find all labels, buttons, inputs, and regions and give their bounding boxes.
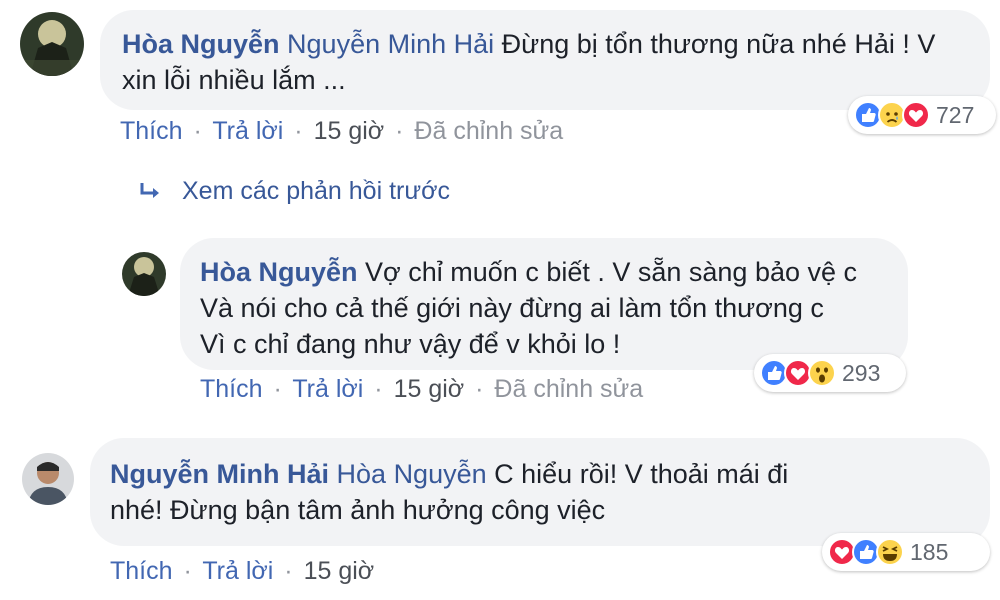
mention-tag[interactable]: Hòa Nguyễn bbox=[337, 459, 487, 489]
avatar[interactable] bbox=[22, 453, 74, 505]
reaction-count: 727 bbox=[936, 101, 975, 128]
haha-icon bbox=[876, 538, 904, 566]
comment-actions: Thích · Trả lời · 15 giờ bbox=[110, 557, 374, 586]
avatar[interactable] bbox=[122, 252, 166, 296]
love-icon bbox=[902, 101, 930, 129]
comment-text: Và nói cho cả thế giới này đừng ai làm t… bbox=[200, 293, 824, 323]
separator: · bbox=[193, 117, 202, 145]
reply-link[interactable]: Trả lời bbox=[212, 117, 283, 145]
comment-text: Đừng bị tổn thương nữa nhé Hải ! V bbox=[501, 29, 936, 59]
reply-arrow-icon bbox=[140, 182, 159, 198]
reaction-count: 293 bbox=[842, 359, 881, 386]
separator: · bbox=[395, 117, 404, 145]
separator: · bbox=[475, 375, 484, 403]
edited-label[interactable]: Đã chỉnh sửa bbox=[414, 117, 563, 145]
separator: · bbox=[374, 375, 383, 403]
comment-text: nhé! Đừng bận tâm ảnh hưởng công việc bbox=[110, 495, 606, 525]
like-link[interactable]: Thích bbox=[120, 117, 183, 145]
view-previous-label[interactable]: Xem các phản hồi trước bbox=[182, 177, 450, 206]
comment-text: C hiểu rồi! V thoải mái đi bbox=[494, 459, 789, 489]
comment-bubble: Nguyễn Minh Hải Hòa Nguyễn C hiểu rồi! V… bbox=[90, 438, 990, 546]
comment-actions: Thích · Trả lời · 15 giờ · Đã chỉnh sửa bbox=[120, 117, 563, 146]
avatar[interactable] bbox=[20, 12, 84, 76]
comment-time[interactable]: 15 giờ bbox=[304, 557, 375, 585]
like-link[interactable]: Thích bbox=[110, 557, 173, 585]
reaction-count: 185 bbox=[910, 538, 949, 565]
view-previous-replies[interactable]: Xem các phản hồi trước bbox=[138, 177, 450, 206]
comment-bubble: Hòa Nguyễn Vợ chỉ muốn c biết . V sẵn sà… bbox=[180, 238, 908, 370]
reply-link[interactable]: Trả lời bbox=[292, 375, 363, 403]
comment-author[interactable]: Hòa Nguyễn bbox=[200, 257, 358, 287]
edited-label[interactable]: Đã chỉnh sửa bbox=[494, 375, 643, 403]
reaction-summary[interactable]: 293 bbox=[754, 354, 906, 392]
mention-tag[interactable]: Nguyễn Minh Hải bbox=[287, 29, 494, 59]
reaction-summary[interactable]: 727 bbox=[848, 96, 996, 134]
comment-actions: Thích · Trả lời · 15 giờ · Đã chỉnh sửa bbox=[200, 375, 643, 404]
comment-text: Vợ chỉ muốn c biết . V sẵn sàng bảo vệ c bbox=[365, 257, 858, 287]
comment-text: xin lỗi nhiều lắm ... bbox=[122, 65, 346, 95]
separator: · bbox=[294, 117, 303, 145]
comment-time[interactable]: 15 giờ bbox=[314, 117, 385, 145]
reaction-summary[interactable]: 185 bbox=[822, 533, 990, 571]
comment-time[interactable]: 15 giờ bbox=[394, 375, 465, 403]
comment-author[interactable]: Hòa Nguyễn bbox=[122, 29, 280, 59]
comment-bubble: Hòa Nguyễn Nguyễn Minh Hải Đừng bị tổn t… bbox=[100, 10, 990, 110]
separator: · bbox=[183, 557, 192, 585]
reply-link[interactable]: Trả lời bbox=[202, 557, 273, 585]
separator: · bbox=[284, 557, 293, 585]
like-link[interactable]: Thích bbox=[200, 375, 263, 403]
wow-icon bbox=[808, 359, 836, 387]
comment-author[interactable]: Nguyễn Minh Hải bbox=[110, 459, 329, 489]
separator: · bbox=[273, 375, 282, 403]
